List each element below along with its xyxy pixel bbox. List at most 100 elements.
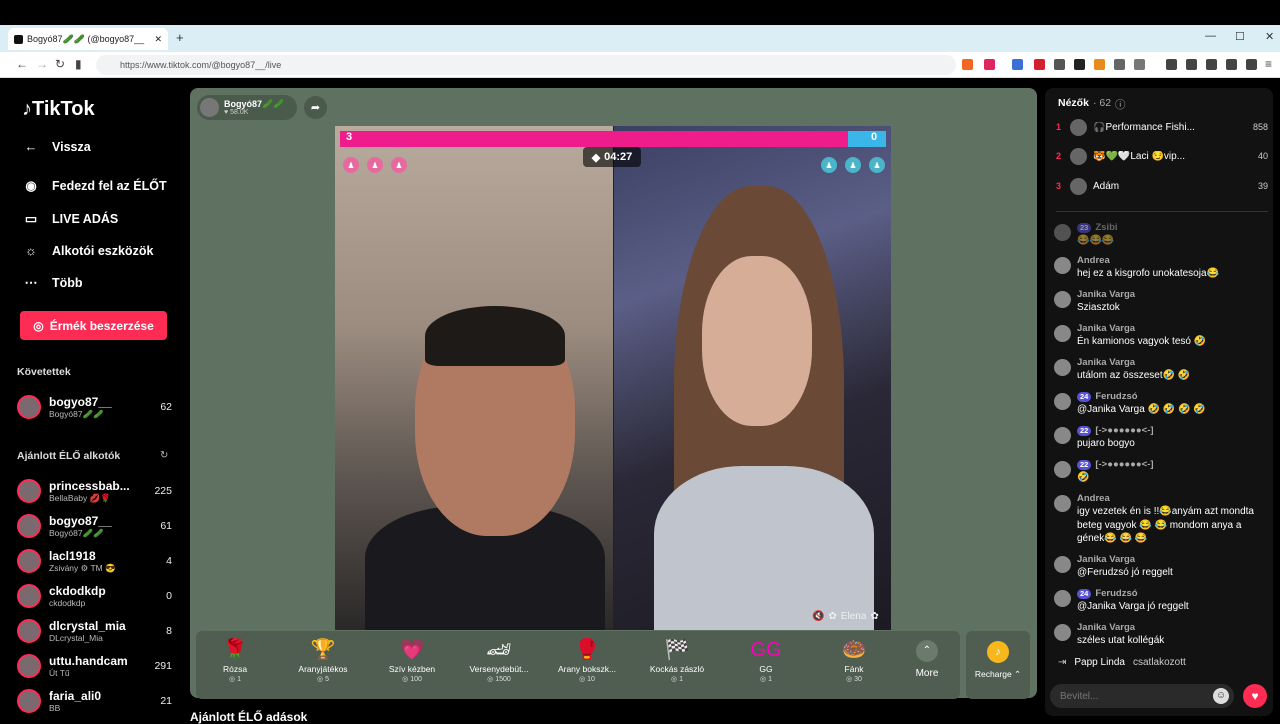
explore-avatar-icon: ◉ [25, 178, 37, 193]
heart-icon[interactable]: ♥ [1243, 684, 1267, 708]
get-coins-button[interactable]: ◎ Érmék beszerzése [20, 311, 167, 340]
extensions-puzzle-icon[interactable] [1114, 59, 1125, 70]
top-viewer[interactable]: 1 🎧Performance Fishi... 858 [1056, 117, 1268, 137]
share-icon[interactable]: ➦ [304, 96, 327, 119]
supporter-seat-icon[interactable]: ♟ [367, 157, 383, 173]
battle-score-fill [340, 131, 848, 147]
chat-message[interactable]: Andrea igy vezetek én is !!😂anyám azt mon… [1054, 493, 1268, 546]
supporter-seat-icon[interactable]: ♟ [821, 157, 837, 173]
account-subtitle: Bogyó87🥒🥒 [49, 408, 104, 419]
host-info[interactable]: Bogyó87🥒🥒 ♥ 58.0K [197, 95, 297, 120]
extension-icon[interactable] [1074, 59, 1085, 70]
rewards-icon[interactable] [984, 59, 995, 70]
nav-live[interactable]: ▭ LIVE ADÁS [22, 211, 118, 227]
supporter-seat-icon[interactable]: ♟ [391, 157, 407, 173]
extension-icon[interactable] [1034, 59, 1045, 70]
sidebar-icon[interactable] [1186, 59, 1197, 70]
chat-message[interactable]: 23 Zsibi 😂😂😂 [1054, 222, 1268, 248]
logo-text: TikTok [32, 98, 95, 120]
chat-user: Janika Varga [1077, 622, 1136, 633]
chat-message[interactable]: Janika Varga utálom az összeset🤣 🤣 [1054, 357, 1268, 383]
forward-arrow-icon[interactable]: → [36, 57, 48, 71]
recommended-account[interactable]: bogyo87__ Bogyó87🥒🥒 61 [17, 510, 172, 542]
recommended-account[interactable]: princessbab... BellaBaby 💋🌹 225 [17, 475, 172, 507]
recharge-button[interactable]: ♪ Recharge ⌃ [966, 631, 1030, 699]
back-arrow-icon[interactable]: ← [16, 57, 28, 71]
chat-message[interactable]: 22 [->●●●●●●<-] pujaro bogyo [1054, 425, 1268, 451]
refresh-icon[interactable]: ↻ [160, 450, 168, 461]
opponent-label[interactable]: 🔇 ✿ Elena ✿ [812, 611, 879, 622]
chat-message[interactable]: Andrea hej ez a kisgrofo unokatesoja😂 [1054, 255, 1268, 281]
chat-message[interactable]: Janika Varga @Ferudzsó jó reggelt [1054, 554, 1268, 580]
chat-message[interactable]: 24 Ferudzsó @Janika Varga jó reggelt [1054, 588, 1268, 614]
gift-item[interactable]: GG GG ◎ 1 [725, 636, 807, 684]
joined-user: Papp Linda [1074, 657, 1125, 668]
battle-video[interactable] [335, 126, 891, 630]
gift-item[interactable]: 🏎 Versenydebüt... ◎ 1500 [458, 636, 540, 684]
chat-message[interactable]: 24 Ferudzsó @Janika Varga 🤣 🤣 🤣 🤣 [1054, 391, 1268, 417]
chat-user: Zsibi [1095, 222, 1118, 233]
level-badge: 23 [1077, 223, 1092, 233]
tab-title: Bogyó87🥒🥒 (@bogyo87__ [27, 33, 145, 44]
supporter-seat-icon[interactable]: ♟ [343, 157, 359, 173]
new-tab-button[interactable]: + [176, 30, 184, 45]
gift-item[interactable]: 🏁 Kockás zászló ◎ 1 [636, 636, 718, 684]
url-field[interactable]: https://www.tiktok.com/@bogyo87__/live [96, 55, 956, 75]
leo-icon[interactable] [1226, 59, 1237, 70]
supporter-seat-icon[interactable]: ♟ [845, 157, 861, 173]
menu-icon[interactable]: ≡ [1265, 57, 1272, 71]
media-icon[interactable] [1166, 59, 1177, 70]
recommended-account[interactable]: lacl1918 Zsivány ⚙ TM 😎 4 [17, 545, 172, 577]
chat-message[interactable]: Janika Varga széles utat kollégák [1054, 622, 1268, 648]
chat-user: Janika Varga [1077, 357, 1136, 368]
more-gifts-button[interactable]: ⌃ More [905, 636, 949, 679]
minimize-button[interactable]: — [1205, 30, 1216, 42]
chat-message[interactable]: 22 [->●●●●●●<-] 🤣 [1054, 459, 1268, 485]
hls-extension-icon[interactable] [1054, 59, 1065, 70]
gift-item[interactable]: 💗 Szív kézben ◎ 100 [371, 636, 453, 684]
info-icon[interactable]: ⓘ [1115, 97, 1126, 112]
top-viewer[interactable]: 3 Ádám 39 [1056, 176, 1268, 196]
chat-input[interactable] [1050, 684, 1234, 708]
translate-extension-icon[interactable] [1012, 59, 1023, 70]
viewer-rank: 1 [1056, 122, 1062, 132]
nav-creator-tools[interactable]: ☼ Alkotói eszközök [22, 243, 153, 258]
nav-explore-live[interactable]: ◉ Fedezd fel az ÉLŐT [22, 178, 166, 194]
mute-icon[interactable]: 🔇 [812, 611, 824, 622]
nav-more[interactable]: ⋯ Több [22, 275, 83, 291]
viewers-header[interactable]: Nézők · 62 ⓘ [1058, 97, 1126, 112]
bookmark-icon[interactable]: ▮ [75, 57, 82, 71]
chat-message[interactable]: Janika Varga Én kamionos vagyok tesó 🤣 [1054, 323, 1268, 349]
recommended-account[interactable]: ckdodkdp ckdodkdp 0 [17, 580, 172, 612]
get-coins-label: Érmék beszerzése [49, 318, 154, 333]
recommended-account[interactable]: faria_ali0 BB 21 [17, 685, 172, 717]
browser-tab[interactable]: Bogyó87🥒🥒 (@bogyo87__ ✕ [8, 28, 168, 50]
vpn-icon[interactable] [1246, 59, 1257, 70]
reload-icon[interactable]: ↻ [55, 57, 65, 71]
wallet-icon[interactable] [1206, 59, 1217, 70]
gift-item[interactable]: 🥊 Arany bokszk... ◎ 10 [546, 636, 628, 684]
brave-shield-icon[interactable] [962, 59, 973, 70]
emoji-icon[interactable]: ☺ [1213, 688, 1229, 704]
gift-item[interactable]: 🌹 Rózsa ◎ 1 [194, 636, 276, 684]
gift-item[interactable]: 🍩 Fánk ◎ 30 [813, 636, 895, 684]
top-viewer[interactable]: 2 🐯💚🤍Laci 😏vip... 40 [1056, 146, 1268, 166]
close-window-button[interactable]: ✕ [1265, 30, 1274, 43]
extension-icon[interactable] [1134, 59, 1145, 70]
url-text: https://www.tiktok.com/@bogyo87__/live [120, 60, 282, 70]
tiktok-logo[interactable]: ♪TikTok [22, 98, 95, 121]
nav-more-label: Több [52, 276, 83, 290]
avatar [17, 689, 41, 713]
following-account[interactable]: bogyo87__ Bogyó87🥒🥒 62 [17, 391, 172, 423]
nav-back[interactable]: ← Vissza [22, 139, 91, 154]
account-name: lacl1918 [49, 549, 96, 563]
extension-icon[interactable] [1094, 59, 1105, 70]
tab-close-icon[interactable]: ✕ [154, 34, 162, 45]
maximize-button[interactable]: ☐ [1235, 30, 1245, 43]
supporter-seat-icon[interactable]: ♟ [869, 157, 885, 173]
viewer-count: 225 [154, 485, 172, 497]
gift-item[interactable]: 🏆 Aranyjátékos ◎ 5 [282, 636, 364, 684]
recommended-account[interactable]: dlcrystal_mia DLcrystal_Mia 8 [17, 615, 172, 647]
recommended-account[interactable]: uttu.handcam Út Tű 291 [17, 650, 172, 682]
chat-message[interactable]: Janika Varga Sziasztok [1054, 289, 1268, 315]
